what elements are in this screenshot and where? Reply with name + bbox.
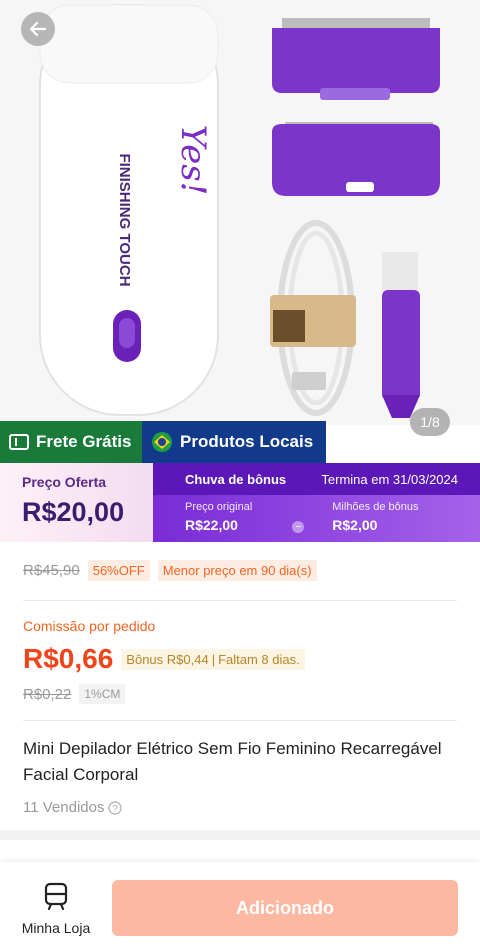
free-shipping-label: Frete Grátis [36, 432, 132, 451]
bonus-ends: Termina em 31/03/2024 [321, 471, 458, 487]
product-page: FINISHING TOUCH Yes! 1/8 Frete Grátis Pr… [0, 0, 480, 946]
bonus-columns: Preço original R$22,00 − Milhões de bônu… [153, 495, 480, 533]
price-band: Preço Oferta R$20,00 Chuva de bônus Term… [0, 463, 480, 542]
commission-value: R$0,66 [23, 643, 114, 674]
minus-icon: − [292, 521, 305, 533]
old-commission-row: R$0,22 1%CM [23, 684, 126, 704]
ticket-icon [9, 434, 29, 450]
divider [23, 720, 457, 721]
offer-label: Preço Oferta [22, 474, 107, 490]
offer-price: R$20,00 [22, 497, 125, 527]
local-products-label: Produtos Locais [180, 432, 314, 451]
commission-rate-tag: 1%CM [79, 684, 126, 704]
tag-separator: | [211, 651, 216, 667]
add-button[interactable]: Adicionado [112, 880, 458, 936]
offer-box: Preço Oferta R$20,00 [0, 463, 153, 542]
bonus-miles-value: R$2,00 [332, 517, 378, 533]
help-icon[interactable]: ? [108, 800, 123, 815]
my-store-label: Minha Loja [21, 920, 91, 936]
brazil-flag-icon [152, 432, 172, 452]
product-gallery[interactable]: FINISHING TOUCH Yes! [0, 0, 480, 425]
product-photo: FINISHING TOUCH Yes! [0, 0, 480, 425]
divider [23, 600, 457, 601]
original-price-col: Preço original R$22,00 [185, 501, 252, 533]
old-price-row: R$45,90 56%OFF Menor preço em 90 dia(s) [23, 560, 317, 581]
bonus-header: Chuva de bônus Termina em 31/03/2024 [153, 463, 480, 495]
discount-tag: 56%OFF [87, 560, 150, 581]
commission-row: R$0,66 Bônus R$0,44 | Faltam 8 dias. [23, 643, 305, 675]
svg-text:?: ? [113, 803, 118, 813]
store-icon [44, 882, 68, 911]
bottom-bar: Minha Loja Adicionado [0, 862, 480, 946]
lowest-price-tag: Menor preço em 90 dia(s) [157, 560, 317, 581]
sold-count: 11 Vendidos [23, 799, 105, 816]
my-store-button[interactable]: Minha Loja [18, 882, 94, 936]
back-button[interactable] [21, 12, 55, 46]
commission-label: Comissão por pedido [23, 618, 156, 634]
old-price: R$45,90 [23, 562, 80, 579]
logo-text: Yes! [173, 125, 213, 196]
bonus-box: Chuva de bônus Termina em 31/03/2024 Pre… [153, 463, 480, 542]
old-commission: R$0,22 [23, 685, 72, 703]
original-price-label: Preço original [185, 501, 253, 513]
days-left: Faltam 8 dias. [218, 651, 300, 667]
bonus-miles-label: Milhões de bônus [332, 501, 419, 513]
commission-bonus: Bônus R$0,44 [126, 651, 209, 667]
bonus-miles-col: Milhões de bônus R$2,00 [332, 501, 418, 533]
badges-bar: Frete Grátis Produtos Locais [0, 421, 480, 463]
commission-bonus-tag: Bônus R$0,44 | Faltam 8 dias. [121, 648, 305, 670]
section-gap [0, 830, 480, 840]
brand-text: FINISHING TOUCH [116, 153, 133, 286]
sold-count-row[interactable]: 11 Vendidos ? [23, 799, 123, 816]
bonus-title: Chuva de bônus [185, 471, 287, 487]
arrow-left-icon [29, 21, 47, 37]
image-counter: 1/8 [410, 408, 450, 436]
local-products-badge: Produtos Locais [142, 421, 326, 463]
product-title: Mini Depilador Elétrico Sem Fio Feminino… [23, 739, 442, 784]
original-price-value: R$22,00 [185, 517, 238, 533]
free-shipping-badge: Frete Grátis [0, 421, 142, 463]
